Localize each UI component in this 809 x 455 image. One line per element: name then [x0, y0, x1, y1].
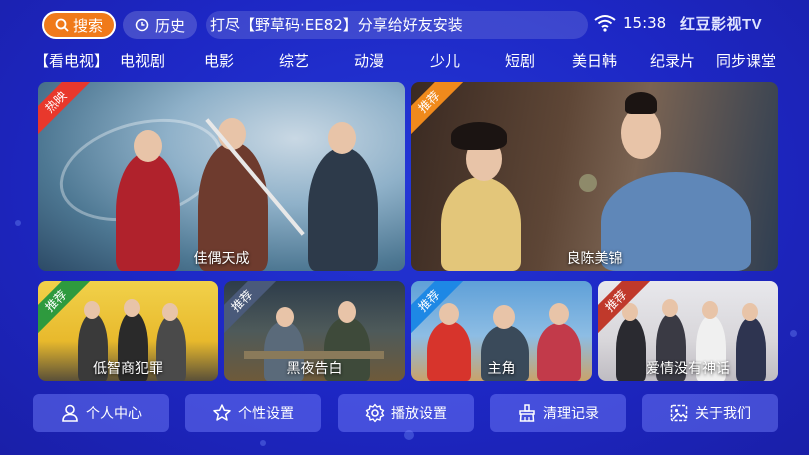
- recommended-poster[interactable]: 推荐 黑夜告白: [224, 281, 405, 381]
- poster-title: 低智商犯罪: [93, 361, 163, 377]
- search-button[interactable]: 搜索: [42, 11, 116, 39]
- poster-title: 佳偶天成: [193, 251, 250, 267]
- about-us-label: 关于我们: [695, 406, 751, 422]
- category-nav: 【看电视】 电视剧 电影 综艺 动漫 少儿 短剧 美日韩 纪录片 同步课堂: [0, 48, 809, 74]
- poster-title: 主角: [487, 361, 516, 377]
- nav-item-watch-tv[interactable]: 【看电视】: [34, 48, 109, 74]
- poster-title: 爱情没有神话: [646, 361, 730, 377]
- recommended-poster[interactable]: 推荐 低智商犯罪: [38, 281, 218, 381]
- nav-item-movies[interactable]: 电影: [204, 48, 234, 74]
- star-icon: [213, 404, 231, 421]
- gear-icon: [365, 403, 385, 423]
- clock-icon: [135, 18, 149, 32]
- nav-item-variety[interactable]: 综艺: [279, 48, 309, 74]
- featured-poster[interactable]: 热映 佳偶天成: [38, 82, 405, 271]
- image-icon: [670, 404, 688, 422]
- playback-settings-label: 播放设置: [391, 406, 447, 422]
- personalization-button[interactable]: 个性设置: [185, 394, 321, 432]
- featured-poster[interactable]: 推荐 良陈美锦: [411, 82, 778, 271]
- announcement-marquee: 打尽【野草码·EE82】分享给好友安装: [206, 11, 588, 39]
- history-button[interactable]: 历史: [123, 11, 197, 39]
- person-icon: [62, 404, 78, 422]
- playback-settings-button[interactable]: 播放设置: [338, 394, 474, 432]
- search-label: 搜索: [72, 16, 103, 35]
- nav-item-documentary[interactable]: 纪录片: [650, 48, 695, 74]
- nav-item-us-jp-kr[interactable]: 美日韩: [572, 48, 617, 74]
- broom-icon: [519, 404, 535, 422]
- nav-item-anime[interactable]: 动漫: [354, 48, 384, 74]
- personal-center-label: 个人中心: [86, 406, 142, 422]
- background-dot: [260, 440, 266, 446]
- wifi-icon: [594, 15, 616, 32]
- poster-title: 良陈美锦: [566, 251, 623, 267]
- app-logo: 红豆影视TV: [680, 16, 763, 33]
- nav-item-short-drama[interactable]: 短剧: [505, 48, 535, 74]
- recommended-poster[interactable]: 推荐 爱情没有神话: [598, 281, 778, 381]
- poster-title: 黑夜告白: [286, 361, 343, 377]
- poster-image: [411, 82, 778, 271]
- clear-history-button[interactable]: 清理记录: [490, 394, 626, 432]
- poster-image: [38, 82, 405, 271]
- nav-item-kids[interactable]: 少儿: [430, 48, 460, 74]
- about-us-button[interactable]: 关于我们: [642, 394, 778, 432]
- personalization-label: 个性设置: [238, 406, 294, 422]
- nav-item-courses[interactable]: 同步课堂: [716, 48, 776, 74]
- personal-center-button[interactable]: 个人中心: [33, 394, 169, 432]
- marquee-text: 打尽【野草码·EE82】分享给好友安装: [210, 16, 463, 34]
- recommended-poster[interactable]: 推荐 主角: [411, 281, 592, 381]
- clock-time: 15:38: [623, 14, 667, 32]
- history-label: 历史: [154, 16, 185, 35]
- background-dot: [790, 330, 797, 337]
- nav-item-tv-series[interactable]: 电视剧: [120, 48, 165, 74]
- clear-history-label: 清理记录: [543, 406, 599, 422]
- top-bar: 搜索 历史 打尽【野草码·EE82】分享给好友安装 15:38 红豆影视TV: [0, 0, 809, 50]
- background-dot: [15, 220, 21, 226]
- search-icon: [55, 18, 69, 32]
